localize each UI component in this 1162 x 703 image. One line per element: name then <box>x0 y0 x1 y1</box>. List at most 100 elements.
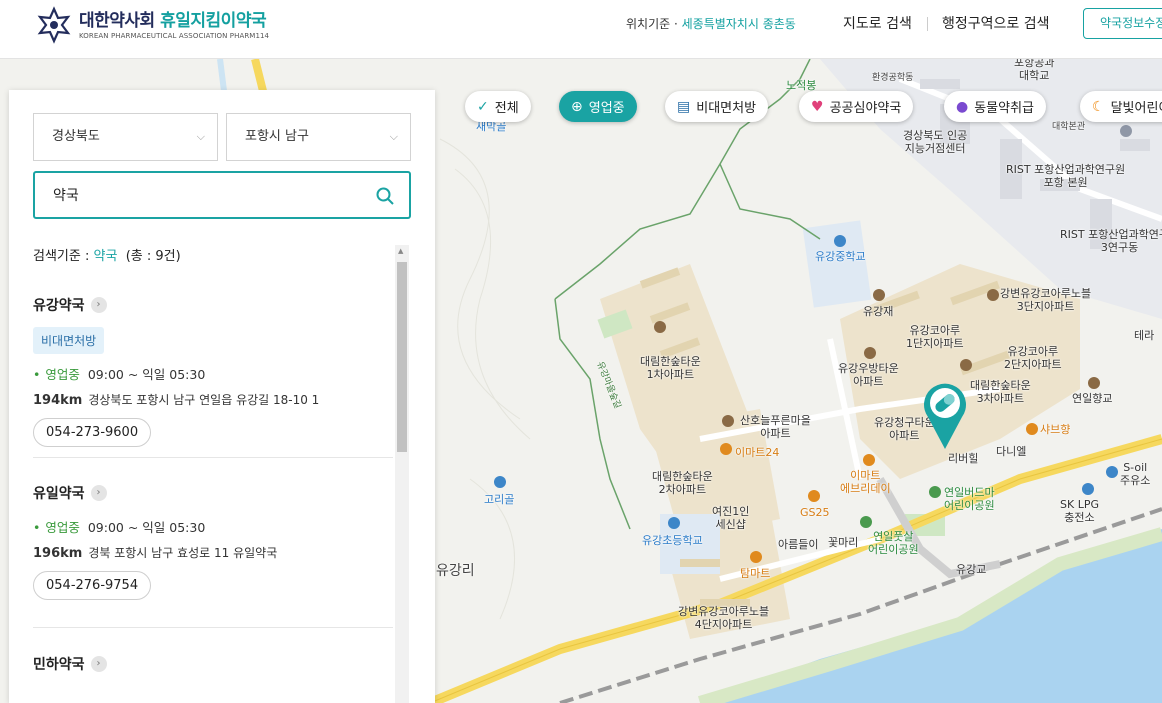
map-label: 포항공과 대학교 <box>1014 59 1055 82</box>
scrollbar-thumb[interactable] <box>397 262 407 452</box>
district-select[interactable]: 포항시 남구 ⌵ <box>226 113 411 161</box>
pharmacy-list: 유강약국› 비대면처방 영업중 09:00 ~ 익일 05:30 194km경상… <box>33 280 393 688</box>
map-label: 환경공학동 <box>872 73 914 83</box>
check-icon: ✓ <box>477 98 489 115</box>
apartment-icon[interactable] <box>873 289 885 301</box>
chevron-right-icon: › <box>90 656 107 672</box>
store-icon[interactable] <box>863 454 875 466</box>
chevron-down-icon: ⌵ <box>389 130 398 143</box>
pharmacy-hours: 영업중 09:00 ~ 익일 05:30 <box>33 364 393 383</box>
place-icon[interactable] <box>494 476 506 488</box>
moon-icon: ☾ <box>1092 98 1105 115</box>
map-label: 유강코아루 1단지아파트 <box>906 324 964 350</box>
map-label: 유강리 <box>436 563 475 579</box>
chevron-down-icon: ⌵ <box>196 130 205 143</box>
map-label: 연일버드마 어린이공원 <box>944 486 995 512</box>
church-icon[interactable] <box>1088 377 1100 389</box>
gas-station-icon[interactable] <box>1082 483 1094 495</box>
map-label: 이마트24 <box>735 446 780 459</box>
map-label: 대학본관 <box>1052 122 1086 132</box>
school-icon[interactable] <box>668 517 680 529</box>
phone-button[interactable]: 054-276-9754 <box>33 571 152 600</box>
map-label: 리버힐 <box>948 452 979 465</box>
remote-prescription-badge: 비대면처방 <box>33 327 105 354</box>
search-box <box>33 171 411 219</box>
apartment-icon[interactable] <box>960 359 972 371</box>
map-label: SK LPG 충전소 <box>1060 498 1099 524</box>
map-label: RIST 포항산업과학연구원 3연구동 <box>1060 228 1162 254</box>
school-icon[interactable] <box>834 235 846 247</box>
map-label: 탐마트 <box>740 567 771 580</box>
pharmacy-address: 194km 경상북도 포항시 남구 연일읍 유강길 18-10 1 <box>33 393 320 408</box>
apartment-icon[interactable] <box>654 321 666 333</box>
phone-button[interactable]: 054-273-9600 <box>33 418 152 447</box>
map-label: 유강초등학교 <box>642 534 703 547</box>
search-criteria: 검색기준 : 약국 (총 : 9건) <box>33 249 181 264</box>
search-input[interactable] <box>53 185 353 205</box>
filter-chip-moonlight-children[interactable]: ☾달빛어린이 <box>1080 91 1162 122</box>
map-label: 유강우방타운 아파트 <box>838 362 899 388</box>
list-item[interactable]: 민하약국 › <box>33 628 393 688</box>
list-item[interactable]: 유일약국› 영업중 09:00 ~ 익일 05:30 196km경북 포항시 남… <box>33 458 393 628</box>
map-label: 강변유강코아루노블 4단지아파트 <box>678 605 770 631</box>
filter-chip-open[interactable]: ⊕ 영업중 <box>559 91 637 122</box>
header: 대한약사회 휴일지킴이약국 KOREAN PHARMACEUTICAL ASSO… <box>0 0 1162 59</box>
filter-chip-remote-prescription[interactable]: ▤ 비대면처방 <box>665 91 769 122</box>
park-icon[interactable] <box>860 516 872 528</box>
pill-icon: ● <box>956 98 969 115</box>
map-label: 노적봉 <box>786 79 817 92</box>
map-label: 샤브향 <box>1040 423 1071 436</box>
parking-icon[interactable] <box>1120 125 1132 137</box>
store-icon[interactable] <box>750 551 762 563</box>
province-select[interactable]: 경상북도 ⌵ <box>33 113 218 161</box>
pharmacy-marker-icon[interactable] <box>920 379 970 451</box>
logo-icon <box>37 6 71 44</box>
pharmacy-name[interactable]: 민하약국 › <box>33 654 393 674</box>
location-plus-icon: ⊕ <box>571 98 583 115</box>
map-label: 고리골 <box>484 493 515 506</box>
map-label: GS25 <box>800 506 830 519</box>
gas-station-icon[interactable] <box>1106 466 1118 478</box>
logo-subtitle: KOREAN PHARMACEUTICAL ASSOCIATION PHARM1… <box>79 31 270 40</box>
list-item[interactable]: 유강약국› 비대면처방 영업중 09:00 ~ 익일 05:30 194km경상… <box>33 280 393 458</box>
map-label: 강변유강코아루노블 3단지아파트 <box>1000 287 1092 313</box>
store-icon[interactable] <box>808 490 820 502</box>
map-label: 이마트 에브리데이 <box>840 469 891 495</box>
store-icon[interactable] <box>720 443 732 455</box>
chevron-right-icon: › <box>90 485 107 501</box>
pharmacy-address: 196km 경북 포항시 남구 효성로 11 유일약국 <box>33 546 278 561</box>
logo[interactable]: 대한약사회 휴일지킴이약국 KOREAN PHARMACEUTICAL ASSO… <box>35 6 269 44</box>
nav-region-search[interactable]: 행정구역으로 검색 <box>942 13 1050 33</box>
edit-pharmacy-info-button[interactable]: 약국정보수정 <box>1083 8 1162 39</box>
filter-chip-all[interactable]: ✓ 전체 <box>465 91 531 122</box>
chevron-right-icon: › <box>90 297 107 313</box>
location-indicator[interactable]: 위치기준 · 세종특별자치시 종촌동 <box>626 15 796 32</box>
map-label: 유강재 <box>863 305 894 318</box>
heart-icon: ♥ <box>811 98 824 115</box>
logo-title: 대한약사회 휴일지킴이약국 <box>79 10 267 31</box>
pharmacy-name[interactable]: 유강약국 › <box>33 295 393 315</box>
map-label: 대림한숲타운 1차아파트 <box>640 355 701 381</box>
map-label: 유강코아루 2단지아파트 <box>1004 345 1062 371</box>
apartment-icon[interactable] <box>987 289 999 301</box>
map-label: 꽃마리 <box>828 536 859 549</box>
map-label: 연일풋살 어린이공원 <box>868 530 919 556</box>
map-label: 경상북도 인공 지능거점센터 <box>903 129 968 155</box>
map-label: RIST 포항산업과학연구원 포항 본원 <box>1006 163 1126 189</box>
restaurant-icon[interactable] <box>1026 423 1038 435</box>
apartment-icon[interactable] <box>864 347 876 359</box>
filter-chip-animal-medicine[interactable]: ● 동물약취급 <box>944 91 1047 122</box>
map-label: 대림한숲타운 3차아파트 <box>970 379 1031 405</box>
scroll-up-icon[interactable]: ▲ <box>398 247 403 255</box>
nav-map-search[interactable]: 지도로 검색 <box>843 13 912 33</box>
park-icon[interactable] <box>929 486 941 498</box>
map-label: 다니엘 <box>996 445 1027 458</box>
map-label: 대림한숲타운 2차아파트 <box>652 470 713 496</box>
filter-chip-public-night[interactable]: ♥ 공공심야약국 <box>799 91 914 122</box>
search-icon[interactable] <box>375 186 395 206</box>
pharmacy-name[interactable]: 유일약국 › <box>33 483 393 503</box>
search-panel: 경상북도⌵ 포항시 남구⌵ 검색기준 : 약국 (총 : 9건) ▲ 유강약국›… <box>9 90 435 703</box>
apartment-icon[interactable] <box>722 415 734 427</box>
pharmacy-hours: 영업중 09:00 ~ 익일 05:30 <box>33 517 393 536</box>
monitor-icon: ▤ <box>677 98 691 115</box>
